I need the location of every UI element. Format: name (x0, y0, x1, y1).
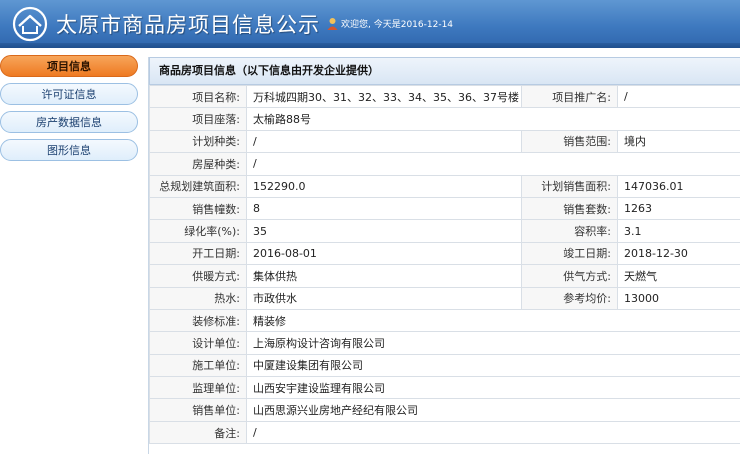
field-label: 房屋种类: (149, 152, 247, 176)
field-label: 项目推广名: (521, 84, 618, 109)
field-label: 施工单位: (149, 353, 247, 378)
table-row: 房屋种类: / (149, 152, 740, 176)
supervision-unit-value: 山西安宇建设监理有限公司 (246, 376, 740, 400)
location-value: 太榆路88号 (246, 107, 740, 131)
table-row: 热水: 市政供水 参考均价: 13000 (149, 286, 740, 310)
sidebar-item-property-data[interactable]: 房产数据信息 (0, 111, 138, 133)
decoration-value: 精装修 (246, 308, 740, 333)
ref-price-value: 13000 (617, 286, 740, 310)
sales-scope-value: 境内 (617, 129, 740, 154)
field-label: 计划销售面积: (521, 174, 618, 198)
unit-count-value: 1263 (617, 196, 740, 221)
green-rate-value: 35 (246, 219, 522, 243)
table-row: 项目名称: 万科城四期30、31、32、33、34、35、36、37号楼 项目推… (149, 84, 740, 109)
field-label: 总规划建筑面积: (149, 174, 247, 198)
field-label: 监理单位: (149, 376, 247, 400)
table-row: 监理单位: 山西安宇建设监理有限公司 (149, 376, 740, 400)
table-row: 项目座落: 太榆路88号 (149, 107, 740, 131)
field-label: 装修标准: (149, 308, 247, 333)
field-label: 参考均价: (521, 286, 618, 310)
table-row: 销售单位: 山西思源兴业房地产经纪有限公司 (149, 398, 740, 422)
field-label: 竣工日期: (521, 241, 618, 266)
field-label: 供暖方式: (149, 264, 247, 288)
field-label: 备注: (149, 420, 247, 445)
field-label: 销售套数: (521, 196, 618, 221)
start-date-value: 2016-08-01 (246, 241, 522, 266)
table-row: 装修标准: 精装修 (149, 308, 740, 333)
table-row: 开工日期: 2016-08-01 竣工日期: 2018-12-30 (149, 241, 740, 266)
plot-ratio-value: 3.1 (617, 219, 740, 243)
sidebar-item-license-info[interactable]: 许可证信息 (0, 83, 138, 105)
field-label: 销售范围: (521, 129, 618, 154)
table-row: 设计单位: 上海原构设计咨询有限公司 (149, 331, 740, 355)
sidebar-item-project-info[interactable]: 项目信息 (0, 55, 138, 77)
table-row: 供暖方式: 集体供热 供气方式: 天燃气 (149, 264, 740, 288)
heating-value: 集体供热 (246, 264, 522, 288)
field-label: 容积率: (521, 219, 618, 243)
table-row: 销售幢数: 8 销售套数: 1263 (149, 196, 740, 221)
finish-date-value: 2018-12-30 (617, 241, 740, 266)
table-row: 备注: / (149, 420, 740, 445)
section-title: 商品房项目信息（以下信息由开发企业提供） (149, 57, 740, 85)
house-circle-icon (12, 6, 48, 42)
plan-type-value: / (246, 129, 522, 154)
field-label: 项目座落: (149, 107, 247, 131)
table-row: 总规划建筑面积: 152290.0 计划销售面积: 147036.01 (149, 174, 740, 198)
hot-water-value: 市政供水 (246, 286, 522, 310)
site-header: 太原市商品房项目信息公示 欢迎您, 今天是2016-12-14 (0, 0, 740, 48)
field-label: 热水: (149, 286, 247, 310)
site-title: 太原市商品房项目信息公示 (56, 13, 320, 37)
field-label: 销售幢数: (149, 196, 247, 221)
table-row: 绿化率(%): 35 容积率: 3.1 (149, 219, 740, 243)
field-label: 设计单位: (149, 331, 247, 355)
user-icon (327, 18, 338, 30)
field-label: 绿化率(%): (149, 219, 247, 243)
sales-unit-value: 山西思源兴业房地产经纪有限公司 (246, 398, 740, 422)
project-info-panel: 商品房项目信息（以下信息由开发企业提供） 项目名称: 万科城四期30、31、32… (148, 57, 740, 454)
field-label: 销售单位: (149, 398, 247, 422)
field-label: 开工日期: (149, 241, 247, 266)
field-label: 项目名称: (149, 84, 247, 109)
field-label: 供气方式: (521, 264, 618, 288)
plan-sales-area-value: 147036.01 (617, 174, 740, 198)
project-name-value: 万科城四期30、31、32、33、34、35、36、37号楼 (246, 84, 522, 109)
project-info-table: 项目名称: 万科城四期30、31、32、33、34、35、36、37号楼 项目推… (149, 84, 740, 445)
promo-name-value: / (617, 84, 740, 109)
design-unit-value: 上海原构设计咨询有限公司 (246, 331, 740, 355)
gas-value: 天燃气 (617, 264, 740, 288)
construction-unit-value: 中厦建设集团有限公司 (246, 353, 740, 378)
house-type-value: / (246, 152, 740, 176)
welcome-text: 欢迎您, 今天是2016-12-14 (341, 20, 454, 30)
table-row: 计划种类: / 销售范围: 境内 (149, 129, 740, 154)
building-count-value: 8 (246, 196, 522, 221)
remarks-value: / (246, 420, 740, 445)
field-label: 计划种类: (149, 129, 247, 154)
table-row: 施工单位: 中厦建设集团有限公司 (149, 353, 740, 378)
sidebar-item-graphics-info[interactable]: 图形信息 (0, 139, 138, 161)
total-area-value: 152290.0 (246, 174, 522, 198)
